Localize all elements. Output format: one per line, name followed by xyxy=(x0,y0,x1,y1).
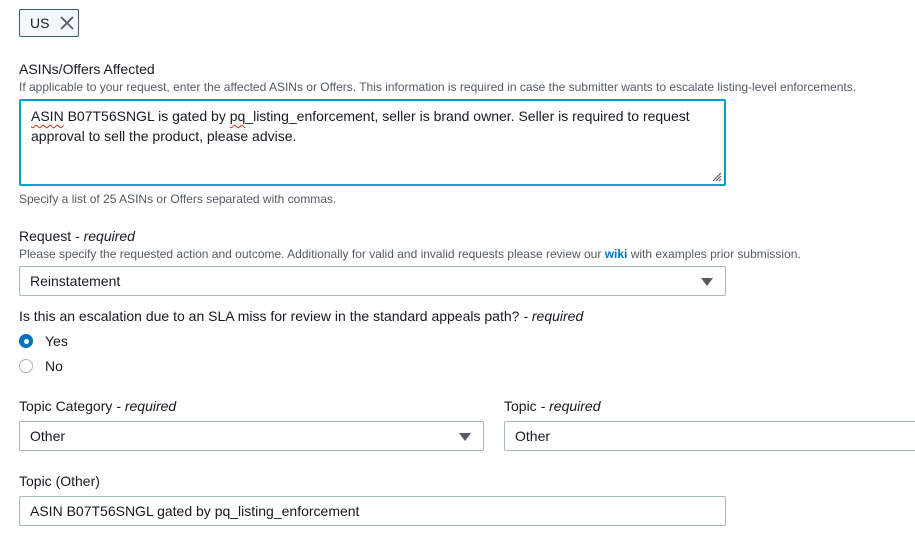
region-chip-label: US xyxy=(30,15,50,31)
request-select[interactable]: Reinstatement xyxy=(19,266,726,296)
topic-category-select[interactable]: Other xyxy=(19,421,484,451)
close-icon[interactable] xyxy=(59,15,75,31)
sla-question-text: Is this an escalation due to an SLA miss… xyxy=(19,308,520,324)
request-description: Please specify the requested action and … xyxy=(19,247,801,261)
sla-question: Is this an escalation due to an SLA miss… xyxy=(19,308,583,324)
radio-no[interactable] xyxy=(19,359,33,373)
topic-label: Topic - required xyxy=(504,398,601,414)
sla-required: - required xyxy=(523,308,584,324)
topic-category-selected: Other xyxy=(30,428,66,444)
topic-category-required: - required xyxy=(116,398,177,414)
request-required: - required xyxy=(75,228,135,244)
caret-down-icon xyxy=(701,278,713,286)
radio-yes[interactable] xyxy=(19,334,33,348)
topic-other-input[interactable]: ASIN B07T56SNGL gated by pq_listing_enfo… xyxy=(19,496,726,526)
asins-value-word2: pq xyxy=(229,108,246,124)
caret-down-icon xyxy=(459,433,471,441)
radio-no-row[interactable]: No xyxy=(19,358,63,374)
asins-value-part2: B07T56SNGL is gated by xyxy=(63,108,230,124)
asins-label: ASINs/Offers Affected xyxy=(19,61,155,77)
topic-select[interactable]: Other xyxy=(504,421,915,451)
topic-category-label-text: Topic Category xyxy=(19,398,113,414)
resize-handle-icon[interactable] xyxy=(710,170,722,182)
region-chip: US xyxy=(19,9,79,37)
asins-value-word1: ASIN xyxy=(31,108,64,124)
asins-hint: Specify a list of 25 ASINs or Offers sep… xyxy=(19,192,337,206)
wiki-link[interactable]: wiki xyxy=(605,247,628,261)
request-desc-after: with examples prior submission. xyxy=(627,247,801,261)
topic-selected: Other xyxy=(515,428,551,444)
request-selected: Reinstatement xyxy=(30,273,121,289)
radio-yes-row[interactable]: Yes xyxy=(19,333,68,349)
asins-textarea[interactable]: ASIN B07T56SNGL is gated by pq_listing_e… xyxy=(19,99,726,186)
request-desc-before: Please specify the requested action and … xyxy=(19,247,605,261)
request-label: Request - required xyxy=(19,228,135,244)
radio-no-label: No xyxy=(45,358,63,374)
asins-description: If applicable to your request, enter the… xyxy=(19,80,857,94)
radio-yes-label: Yes xyxy=(45,333,68,349)
request-label-text: Request xyxy=(19,228,72,244)
topic-other-label: Topic (Other) xyxy=(19,473,100,489)
topic-other-value: ASIN B07T56SNGL gated by pq_listing_enfo… xyxy=(30,503,360,519)
topic-category-label: Topic Category - required xyxy=(19,398,176,414)
topic-required: - required xyxy=(540,398,601,414)
topic-label-text: Topic xyxy=(504,398,537,414)
